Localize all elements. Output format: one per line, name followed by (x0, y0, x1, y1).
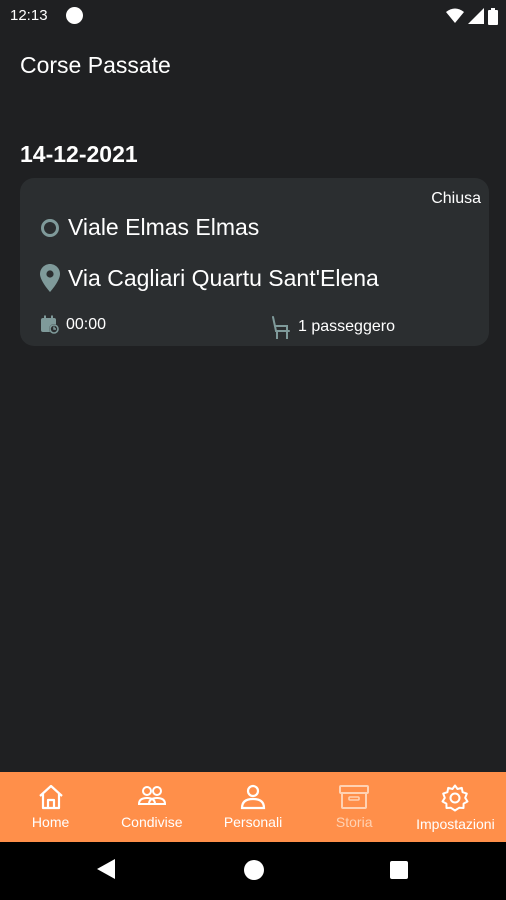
ride-time-row: 00:00 (40, 315, 106, 335)
nav-label-storia: Storia (335, 814, 373, 830)
ride-card[interactable]: Chiusa Viale Elmas Elmas Via Cagliari Qu… (20, 178, 489, 346)
nav-item-storia[interactable]: Storia (304, 772, 405, 842)
calendar-clock-icon (41, 315, 59, 334)
recents-icon[interactable] (390, 861, 408, 879)
home-circle-icon[interactable] (244, 860, 264, 880)
group-icon (137, 786, 166, 805)
ride-origin-row: Viale Elmas Elmas (40, 214, 259, 241)
ride-destination-row: Via Cagliari Quartu Sant'Elena (40, 264, 379, 292)
nav-item-personali[interactable]: Personali (202, 772, 303, 842)
battery-icon (488, 7, 498, 25)
back-icon[interactable] (96, 858, 116, 880)
nav-label-home: Home (31, 814, 70, 830)
ride-passengers-row: 1 passeggero (270, 315, 395, 339)
ride-destination: Via Cagliari Quartu Sant'Elena (68, 264, 379, 291)
origin-circle-icon (41, 218, 59, 237)
status-time: 12:13 (10, 7, 48, 24)
archive-icon (339, 785, 370, 809)
home-icon (38, 784, 63, 810)
ride-date-heading: 14-12-2021 (20, 141, 138, 167)
page-title: Corse Passate (20, 52, 171, 78)
ride-passengers: 1 passeggero (298, 318, 395, 335)
nav-label-impostazioni: Impostazioni (416, 816, 495, 832)
signal-icon (468, 8, 484, 24)
ride-status-label: Chiusa (431, 190, 481, 207)
status-icons (446, 6, 498, 26)
nav-label-personali: Personali (223, 814, 283, 830)
notification-dot-icon (66, 7, 83, 24)
seat-icon (272, 316, 290, 339)
person-icon (240, 784, 266, 810)
ride-time: 00:00 (66, 316, 107, 333)
nav-item-impostazioni[interactable]: Impostazioni (405, 772, 506, 842)
gear-icon (441, 784, 469, 812)
nav-label-condivise: Condivise (121, 814, 183, 830)
location-pin-icon (40, 264, 60, 292)
wifi-icon (446, 8, 464, 23)
nav-item-home[interactable]: Home (0, 772, 101, 842)
status-bar: 12:13 (0, 0, 506, 32)
nav-item-condivise[interactable]: Condivise (101, 772, 202, 842)
bottom-nav: Home Condivise Personali Storia Impostaz… (0, 772, 506, 842)
ride-origin: Viale Elmas Elmas (68, 214, 260, 240)
system-nav-bar (0, 842, 506, 900)
